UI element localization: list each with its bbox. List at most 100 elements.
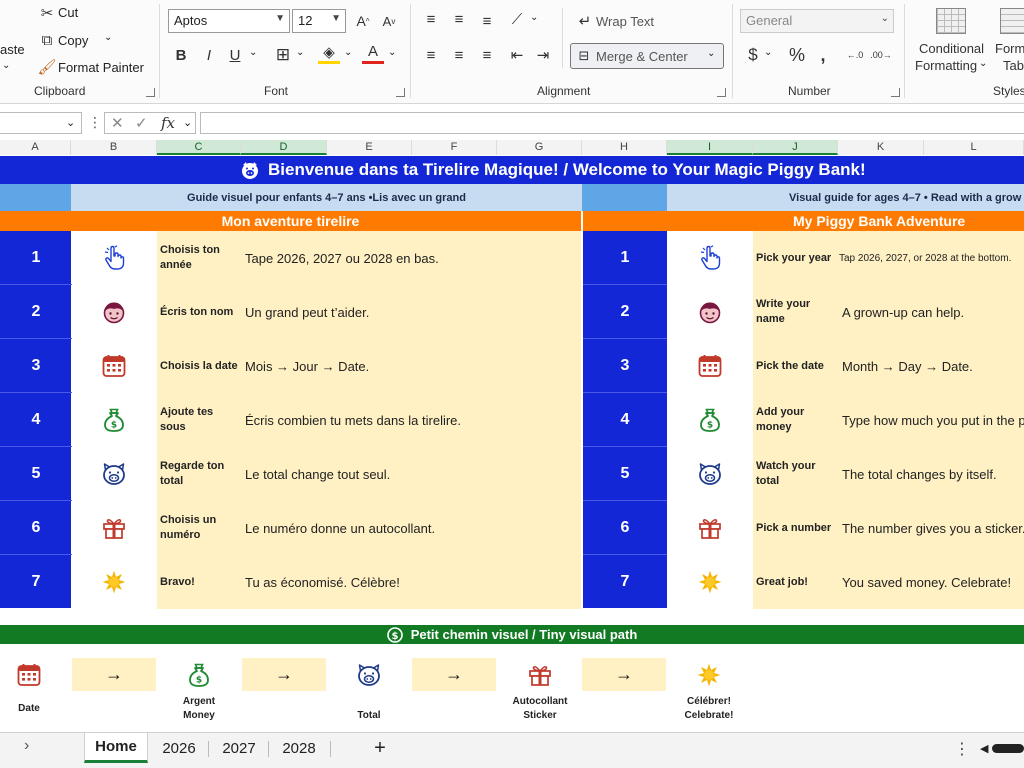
step-number[interactable]: 5 — [583, 447, 667, 501]
currency-dropdown-icon[interactable]: ⌄ — [764, 47, 772, 58]
fr-step-label[interactable]: Bravo! — [157, 555, 241, 609]
step-number[interactable]: 3 — [583, 339, 667, 393]
column-header-g[interactable]: G — [497, 140, 582, 155]
column-header-l[interactable]: L — [924, 140, 1024, 155]
increase-decimal-icon[interactable]: ←.0 — [844, 44, 866, 66]
en-step-text[interactable]: Tap 2026, 2027, or 2028 at the bottom. — [838, 231, 1024, 285]
fr-subtitle[interactable]: Guide visuel pour enfants 4–7 ans •Lis a… — [71, 184, 582, 211]
tab-2027[interactable]: 2027 — [210, 733, 268, 763]
step-icon-cell[interactable] — [667, 339, 753, 393]
underline-icon[interactable]: U — [224, 44, 246, 66]
font-color-icon[interactable]: A — [362, 42, 384, 64]
comma-style-icon[interactable]: , — [812, 44, 834, 66]
clipboard-launcher-icon[interactable] — [146, 88, 155, 97]
step-icon-cell[interactable] — [667, 231, 753, 285]
align-top-icon[interactable]: ≡ — [420, 8, 442, 30]
format-painter-button[interactable]: Format Painter — [58, 60, 144, 75]
fr-step-label[interactable]: Regarde ton total — [157, 447, 241, 501]
format-table-button[interactable]: Form — [995, 41, 1024, 56]
add-sheet-button[interactable]: + — [366, 733, 394, 763]
italic-icon[interactable]: I — [198, 44, 220, 66]
cancel-icon[interactable]: ✕ — [111, 114, 124, 132]
formula-input[interactable] — [200, 112, 1024, 134]
cut-button[interactable]: Cut — [58, 5, 78, 20]
step-icon-cell[interactable] — [667, 285, 753, 339]
align-middle-icon[interactable]: ≡ — [448, 8, 470, 30]
en-step-label[interactable]: Pick the date — [753, 339, 838, 393]
percent-icon[interactable]: % — [786, 44, 808, 66]
path-step-label[interactable]: Total — [324, 709, 414, 723]
column-header-e[interactable]: E — [327, 140, 412, 155]
step-icon-cell[interactable] — [71, 285, 157, 339]
column-header-k[interactable]: K — [838, 140, 924, 155]
sheet-title-banner[interactable]: Bienvenue dans ta Tirelire Magique! / We… — [0, 156, 1024, 184]
path-arrow[interactable]: → — [412, 658, 496, 691]
copy-button[interactable]: Copy — [58, 33, 88, 48]
fr-step-text[interactable]: Écris combien tu mets dans la tirelire. — [241, 393, 581, 447]
paste-dropdown-icon[interactable]: ⌄ — [2, 60, 10, 71]
number-launcher-icon[interactable] — [891, 88, 900, 97]
en-step-label[interactable]: Watch your total — [753, 447, 838, 501]
paste-button[interactable]: aste — [0, 42, 25, 57]
alignment-launcher-icon[interactable] — [717, 88, 726, 97]
align-bottom-icon[interactable]: ≡ — [476, 10, 498, 32]
en-step-label[interactable]: Pick your year — [753, 231, 838, 285]
font-name-combo[interactable]: Aptos ▼ — [168, 9, 290, 33]
subtitle-cell-a[interactable] — [0, 184, 71, 211]
path-arrow[interactable]: → — [72, 658, 156, 691]
fr-heading[interactable]: Mon aventure tirelire — [0, 211, 581, 231]
step-number[interactable]: 2 — [583, 285, 667, 339]
step-number[interactable]: 6 — [583, 501, 667, 555]
font-size-combo[interactable]: 12 ▼ — [292, 9, 346, 33]
path-arrow[interactable]: → — [582, 658, 666, 691]
fr-step-label[interactable]: Ajoute tes sous — [157, 393, 241, 447]
path-step-label[interactable]: Date — [0, 702, 74, 716]
borders-dropdown-icon[interactable]: ⌄ — [296, 47, 304, 58]
en-step-label[interactable]: Great job! — [753, 555, 838, 609]
en-step-text[interactable]: Month → Day → Date. — [838, 339, 1024, 393]
currency-icon[interactable]: $ — [742, 44, 764, 66]
en-step-label[interactable]: Write your name — [753, 285, 838, 339]
column-header-d[interactable]: D — [241, 140, 327, 155]
chevron-down-icon[interactable]: ⌄ — [979, 58, 987, 69]
step-number[interactable]: 4 — [0, 393, 72, 447]
tab-home[interactable]: Home — [84, 733, 148, 763]
step-number[interactable]: 1 — [0, 231, 72, 285]
column-header-f[interactable]: F — [412, 140, 497, 155]
step-number[interactable]: 6 — [0, 501, 72, 555]
step-number[interactable]: 4 — [583, 393, 667, 447]
step-icon-cell[interactable] — [71, 339, 157, 393]
step-number[interactable]: 5 — [0, 447, 72, 501]
increase-font-icon[interactable]: A ^ — [352, 10, 374, 32]
decrease-font-icon[interactable]: Av — [378, 10, 400, 32]
en-heading[interactable]: My Piggy Bank Adventure — [583, 211, 1024, 231]
en-step-text[interactable]: A grown-up can help. — [838, 285, 1024, 339]
check-icon[interactable]: ✓ — [135, 114, 148, 132]
borders-icon[interactable]: ⊞ — [272, 44, 294, 66]
column-header-a[interactable]: A — [0, 140, 71, 155]
step-icon-cell[interactable] — [71, 447, 157, 501]
step-number[interactable]: 3 — [0, 339, 72, 393]
path-heading-bar[interactable]: $ Petit chemin visuel / Tiny visual path — [0, 625, 1024, 644]
fr-step-label[interactable]: Choisis un numéro — [157, 501, 241, 555]
step-icon-cell[interactable]: $ — [71, 393, 157, 447]
step-icon-cell[interactable] — [667, 555, 753, 609]
orientation-icon[interactable]: ⟋ — [506, 8, 528, 30]
fill-dropdown-icon[interactable]: ⌄ — [344, 47, 352, 58]
underline-dropdown-icon[interactable]: ⌄ — [249, 47, 257, 58]
fr-step-text[interactable]: Tu as économisé. Célèbre! — [241, 555, 581, 609]
name-box[interactable]: ⌄ — [0, 112, 82, 134]
format-table-button-line2[interactable]: Tab — [1003, 58, 1024, 73]
step-icon-cell[interactable] — [667, 447, 753, 501]
fr-step-label[interactable]: Choisis ton année — [157, 231, 241, 285]
path-step-label[interactable]: Argent Money — [154, 695, 244, 723]
more-options-icon[interactable]: ⋮ — [954, 739, 970, 759]
fr-step-text[interactable]: Le numéro donne un autocollant. — [241, 501, 581, 555]
font-launcher-icon[interactable] — [396, 88, 405, 97]
increase-indent-icon[interactable]: ⇥ — [532, 44, 554, 66]
merge-center-button[interactable]: ⊟ Merge & Center ⌄ — [570, 43, 724, 69]
align-left-icon[interactable]: ≡ — [420, 44, 442, 66]
conditional-formatting-button-line2[interactable]: Formatting — [915, 58, 977, 73]
step-number[interactable]: 7 — [583, 555, 667, 609]
step-icon-cell[interactable] — [667, 501, 753, 555]
